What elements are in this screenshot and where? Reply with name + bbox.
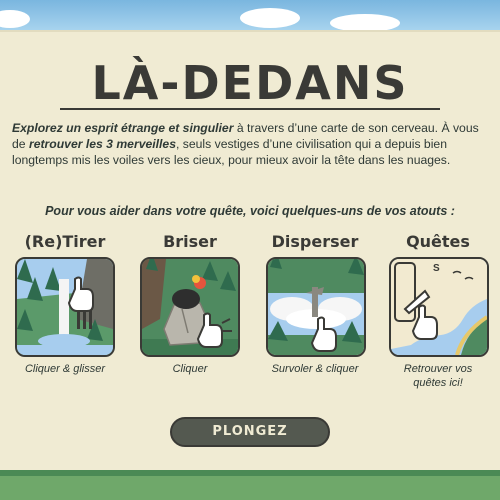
asset-caption-quetes: Retrouver vos quêtes ici!: [378, 362, 498, 390]
asset-card-retirer: [15, 257, 115, 357]
caption-line: quêtes ici!: [413, 377, 463, 389]
compass-letter: S: [433, 263, 440, 274]
intro-emphasis: Explorez un esprit étrange et singulier: [12, 121, 234, 135]
asset-title-briser: Briser: [163, 232, 217, 251]
intro-panel: LÀ-DEDANS Explorez un esprit étrange et …: [0, 30, 500, 470]
intro-text: Explorez un esprit étrange et singulier …: [12, 120, 490, 168]
disperse-clouds-icon: [268, 259, 364, 355]
break-rock-icon: [142, 259, 238, 355]
title-divider: [60, 108, 440, 110]
waterfall-pull-icon: [17, 259, 113, 355]
caption-line: Retrouver vos: [403, 363, 473, 375]
asset-card-briser: [140, 257, 240, 357]
ground-background: [0, 468, 500, 500]
asset-title-retirer: (Re)Tirer: [24, 232, 106, 251]
asset-title-quetes: Quêtes: [406, 232, 470, 251]
plongez-button[interactable]: PLONGEZ: [170, 417, 330, 447]
background-cloud: [240, 8, 300, 28]
asset-caption-retirer: Cliquer & glisser: [24, 363, 106, 375]
quest-map-icon: S: [391, 259, 487, 355]
asset-caption-disperser: Survoler & cliquer: [271, 363, 359, 375]
asset-caption-briser: Cliquer: [172, 363, 208, 375]
assets-subtitle: Pour vous aider dans votre quête, voici …: [45, 204, 455, 218]
game-title: LÀ-DEDANS: [91, 56, 409, 110]
asset-title-disperser: Disperser: [271, 232, 359, 251]
quest-card-button[interactable]: S: [389, 257, 489, 357]
intro-emphasis: retrouver les 3 merveilles: [28, 137, 176, 151]
asset-card-disperser: [266, 257, 366, 357]
